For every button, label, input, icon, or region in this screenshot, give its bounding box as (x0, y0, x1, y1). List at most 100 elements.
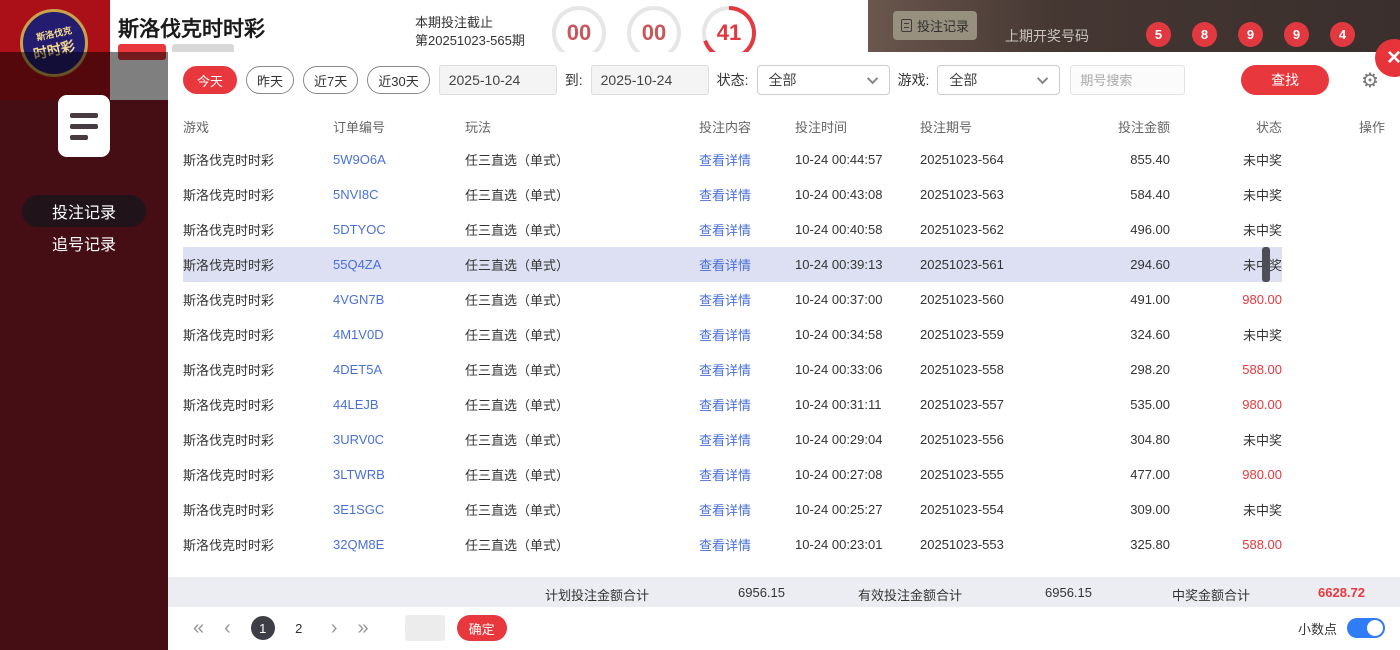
detail-link[interactable]: 查看详情 (655, 430, 795, 449)
draw-number-ball: 9 (1238, 22, 1263, 47)
order-link[interactable]: 32QM8E (333, 537, 465, 552)
time-cell: 10-24 00:33:06 (795, 362, 920, 377)
time-cell: 10-24 00:34:58 (795, 327, 920, 342)
table-row[interactable]: 斯洛伐克时时彩32QM8E任三直选（单式）查看详情10-24 00:23:012… (183, 527, 1385, 562)
play-cell: 任三直选（单式） (465, 325, 655, 344)
amount-cell: 496.00 (1040, 222, 1170, 237)
page-jump-input[interactable] (405, 615, 445, 641)
date-to-input[interactable] (591, 65, 709, 95)
countdown-value: 41 (706, 10, 752, 56)
date-from-input[interactable] (439, 65, 557, 95)
table-row[interactable]: 斯洛伐克时时彩3E1SGC任三直选（单式）查看详情10-24 00:25:272… (183, 492, 1385, 527)
table-row[interactable]: 斯洛伐克时时彩4VGN7B任三直选（单式）查看详情10-24 00:37:002… (183, 282, 1385, 317)
status-cell: 588.00 (1170, 362, 1282, 377)
period-cell: 20251023-561 (920, 257, 1040, 272)
order-link[interactable]: 5W9O6A (333, 152, 465, 167)
status-cell: 未中奖 (1170, 325, 1282, 344)
column-header: 操作 (1282, 117, 1385, 136)
summary-bar: 计划投注金额合计 6956.15 有效投注金额合计 6956.15 中奖金额合计… (168, 577, 1400, 607)
valid-total-value: 6956.15 (1045, 585, 1092, 600)
table-row[interactable]: 斯洛伐克时时彩5W9O6A任三直选（单式）查看详情10-24 00:44:572… (183, 142, 1385, 177)
confirm-button[interactable]: 确定 (457, 615, 507, 641)
bet-record-button[interactable]: 投注记录 (893, 11, 977, 40)
search-button[interactable]: 查找 (1241, 65, 1329, 95)
amount-cell: 304.80 (1040, 432, 1170, 447)
sidebar-item-chase-records[interactable]: 追号记录 (22, 227, 146, 259)
status-cell: 980.00 (1170, 467, 1282, 482)
gear-icon[interactable]: ⚙ (1361, 68, 1379, 93)
time-cell: 10-24 00:23:01 (795, 537, 920, 552)
game-select[interactable]: 全部 (937, 65, 1060, 95)
sidebar-item-bet-records[interactable]: 投注记录 (22, 195, 146, 227)
detail-link[interactable]: 查看详情 (655, 150, 795, 169)
detail-link[interactable]: 查看详情 (655, 535, 795, 554)
order-link[interactable]: 3E1SGC (333, 502, 465, 517)
detail-link[interactable]: 查看详情 (655, 360, 795, 379)
order-link[interactable]: 55Q4ZA (333, 257, 465, 272)
status-select[interactable]: 全部 (757, 65, 890, 95)
amount-cell: 584.40 (1040, 187, 1170, 202)
table-row[interactable]: 斯洛伐克时时彩4DET5A任三直选（单式）查看详情10-24 00:33:062… (183, 352, 1385, 387)
table-row[interactable]: 斯洛伐克时时彩55Q4ZA任三直选（单式）查看详情10-24 00:39:132… (183, 247, 1385, 282)
order-link[interactable]: 44LEJB (333, 397, 465, 412)
time-cell: 10-24 00:37:00 (795, 292, 920, 307)
status-label: 状态: (717, 70, 749, 90)
bet-records-modal: 今天昨天近7天近30天 到: 状态: 全部 游戏: 全部 查找 ⚙ 游戏订单编号… (168, 52, 1400, 650)
countdown-value: 00 (631, 10, 677, 56)
table-row[interactable]: 斯洛伐克时时彩3LTWRB任三直选（单式）查看详情10-24 00:27:082… (183, 457, 1385, 492)
filter-bar: 今天昨天近7天近30天 到: 状态: 全部 游戏: 全部 查找 ⚙ (183, 65, 1385, 95)
order-link[interactable]: 4VGN7B (333, 292, 465, 307)
order-link[interactable]: 4DET5A (333, 362, 465, 377)
page-number-2[interactable]: 2 (287, 616, 311, 640)
detail-link[interactable]: 查看详情 (655, 325, 795, 344)
page-numbers: 12 (251, 616, 323, 640)
time-cell: 10-24 00:25:27 (795, 502, 920, 517)
order-link[interactable]: 3LTWRB (333, 467, 465, 482)
table-row[interactable]: 斯洛伐克时时彩5NVI8C任三直选（单式）查看详情10-24 00:43:082… (183, 177, 1385, 212)
detail-link[interactable]: 查看详情 (655, 395, 795, 414)
game-label: 游戏: (898, 70, 930, 90)
to-label: 到: (565, 70, 583, 90)
document-icon (58, 95, 110, 157)
amount-cell: 298.20 (1040, 362, 1170, 377)
quick-filter-button[interactable]: 近30天 (367, 66, 429, 94)
column-header: 订单编号 (333, 117, 465, 136)
detail-link[interactable]: 查看详情 (655, 255, 795, 274)
decimal-toggle[interactable] (1347, 618, 1385, 638)
detail-link[interactable]: 查看详情 (655, 500, 795, 519)
quick-filter-button[interactable]: 近7天 (303, 66, 358, 94)
table-row[interactable]: 斯洛伐克时时彩4M1V0D任三直选（单式）查看详情10-24 00:34:582… (183, 317, 1385, 352)
prev-page-icon[interactable]: ‹ (224, 618, 231, 638)
time-cell: 10-24 00:27:08 (795, 467, 920, 482)
detail-link[interactable]: 查看详情 (655, 185, 795, 204)
detail-link[interactable]: 查看详情 (655, 290, 795, 309)
period-search-input[interactable] (1070, 65, 1185, 95)
table-row[interactable]: 斯洛伐克时时彩44LEJB任三直选（单式）查看详情10-24 00:31:112… (183, 387, 1385, 422)
time-cell: 10-24 00:40:58 (795, 222, 920, 237)
next-page-icon[interactable]: › (331, 618, 338, 638)
page-number-1[interactable]: 1 (251, 616, 275, 640)
table-row[interactable]: 斯洛伐克时时彩5DTYOC任三直选（单式）查看详情10-24 00:40:582… (183, 212, 1385, 247)
game-cell: 斯洛伐克时时彩 (183, 360, 333, 379)
first-page-icon[interactable]: « (193, 618, 204, 638)
quick-filter-button[interactable]: 昨天 (246, 66, 294, 94)
order-link[interactable]: 4M1V0D (333, 327, 465, 342)
detail-link[interactable]: 查看详情 (655, 220, 795, 239)
play-cell: 任三直选（单式） (465, 500, 655, 519)
status-cell: 588.00 (1170, 537, 1282, 552)
toggle-knob (1367, 620, 1383, 636)
order-link[interactable]: 3URV0C (333, 432, 465, 447)
win-total-value: 6628.72 (1318, 585, 1365, 600)
detail-link[interactable]: 查看详情 (655, 465, 795, 484)
scrollbar-thumb[interactable] (1262, 247, 1270, 282)
order-link[interactable]: 5NVI8C (333, 187, 465, 202)
table-row[interactable]: 斯洛伐克时时彩3URV0C任三直选（单式）查看详情10-24 00:29:042… (183, 422, 1385, 457)
status-cell: 未中奖 (1170, 150, 1282, 169)
play-cell: 任三直选（单式） (465, 150, 655, 169)
column-header: 投注时间 (795, 117, 920, 136)
last-page-icon[interactable]: » (357, 618, 368, 638)
order-link[interactable]: 5DTYOC (333, 222, 465, 237)
quick-filter-button[interactable]: 今天 (183, 66, 237, 94)
status-cell: 未中奖 (1170, 220, 1282, 239)
status-cell: 未中奖 (1170, 185, 1282, 204)
